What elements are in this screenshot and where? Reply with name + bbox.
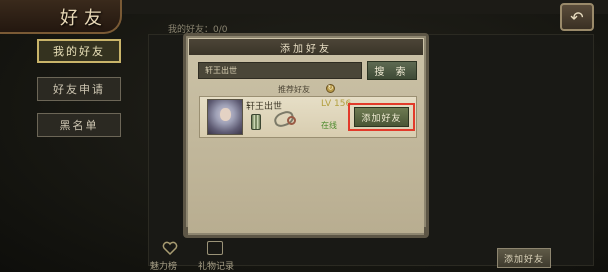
mount-detail-icon — [287, 116, 296, 125]
sidebar-item-my-friends[interactable]: 我的好友 — [37, 39, 121, 63]
dialog-title-bar: 添加好友 — [189, 39, 423, 55]
sidebar-item-blacklist[interactable]: 黑名单 — [37, 113, 121, 137]
sidebar-item-friend-requests[interactable]: 好友申请 — [37, 77, 121, 101]
page-title: 好友 — [60, 8, 108, 29]
top-bar — [122, 0, 608, 14]
bottom-add-friend-button[interactable]: 添加好友 — [497, 248, 551, 268]
back-button[interactable]: ↶ — [560, 3, 594, 31]
player-name: 轩王出世 — [246, 102, 283, 112]
class-icon — [251, 114, 261, 130]
dialog-title: 添加好友 — [280, 44, 332, 55]
heart-icon[interactable] — [162, 240, 178, 256]
back-arrow-icon: ↶ — [570, 7, 584, 27]
charm-rank-label[interactable]: 魅力榜 — [150, 259, 177, 272]
online-status: 在线 — [321, 121, 337, 130]
avatar-face — [220, 108, 231, 121]
recommend-label: 推荐好友 — [278, 85, 310, 94]
search-input[interactable] — [198, 62, 362, 79]
gift-record-label[interactable]: 礼物记录 — [198, 259, 234, 272]
player-level: LV 156 — [321, 99, 352, 109]
search-button[interactable]: 搜 索 — [367, 61, 417, 80]
highlight-box — [348, 103, 415, 131]
refresh-icon[interactable]: ↻ — [326, 84, 335, 93]
corner-ornament — [416, 227, 426, 237]
gift-icon[interactable] — [207, 241, 223, 255]
corner-ornament — [186, 227, 196, 237]
